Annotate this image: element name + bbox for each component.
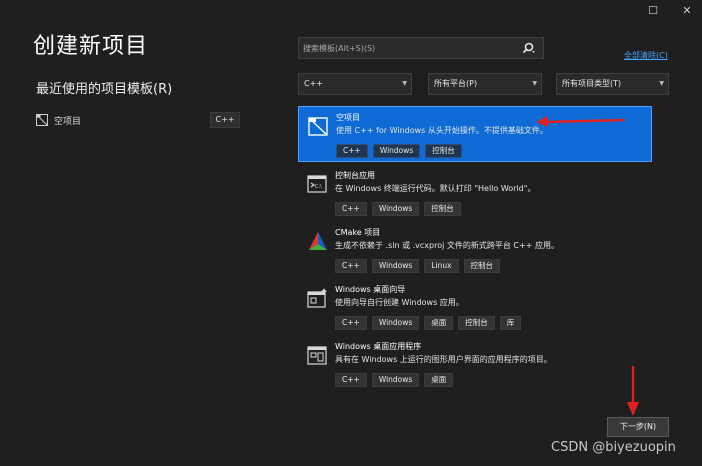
template-item-empty-project[interactable]: 空项目 使用 C++ for Windows 从头开始操作。不提供基础文件。 C… (298, 106, 652, 162)
template-item-console-app[interactable]: C:\ 控制台应用 在 Windows 终端运行代码。默认打印 "Hello W… (298, 165, 652, 221)
template-search[interactable] (298, 37, 544, 59)
restore-icon[interactable]: ☐ (644, 4, 662, 18)
template-tag: Windows (371, 259, 420, 273)
template-tag: Windows (371, 373, 420, 387)
template-list[interactable]: 空项目 使用 C++ for Windows 从头开始操作。不提供基础文件。 C… (298, 106, 652, 400)
template-description: 使用 C++ for Windows 从头开始操作。不提供基础文件。 (336, 126, 548, 135)
desktop-app-icon (307, 346, 327, 365)
search-input[interactable] (303, 41, 513, 55)
platform-filter-value: 所有平台(P) (434, 79, 478, 88)
template-item-desktop-app[interactable]: Windows 桌面应用程序 具有在 Windows 上运行的图形用户界面的应用… (298, 336, 652, 392)
template-tag: 控制台 (424, 202, 461, 216)
recent-template-label: 空项目 (54, 117, 82, 127)
template-tag: 控制台 (463, 259, 501, 273)
chevron-down-icon: ▼ (532, 80, 537, 87)
template-tag: Windows (372, 144, 421, 158)
template-name: CMake 项目 (335, 228, 381, 237)
template-tag: 控制台 (458, 316, 495, 330)
recent-template-tag: C++ (210, 112, 240, 128)
language-filter-value: C++ (304, 79, 323, 88)
template-tag: C++ (335, 202, 367, 216)
clear-all-link[interactable]: 全部清除(C) (624, 50, 668, 61)
template-description: 在 Windows 终端运行代码。默认打印 "Hello World"。 (335, 184, 536, 193)
next-button[interactable]: 下一步(N) (607, 417, 669, 437)
empty-project-icon (308, 117, 328, 136)
template-description: 具有在 Windows 上运行的图形用户界面的应用程序的项目。 (335, 355, 552, 364)
recent-templates-heading: 最近使用的项目模板(R) (36, 82, 173, 97)
template-tag: Windows (371, 316, 420, 330)
cmake-icon (309, 232, 327, 250)
template-name: Windows 桌面向导 (335, 285, 406, 294)
platform-filter[interactable]: 所有平台(P) ▼ (428, 73, 542, 95)
language-filter[interactable]: C++ ▼ (298, 73, 412, 95)
project-type-filter-value: 所有项目类型(T) (562, 79, 622, 88)
template-tag: C++ (335, 316, 367, 330)
template-tag: C++ (336, 144, 368, 158)
template-tag: 桌面 (424, 316, 454, 330)
template-tag: 桌面 (424, 373, 454, 387)
watermark: CSDN @biyezuopin (551, 440, 676, 455)
template-item-cmake[interactable]: CMake 项目 生成不依赖于 .sln 或 .vcxproj 文件的新式跨平台… (298, 222, 652, 278)
template-tag: 控制台 (425, 144, 462, 158)
template-name: 空项目 (336, 113, 360, 122)
template-tag: C++ (335, 373, 367, 387)
template-description: 使用向导自行创建 Windows 应用。 (335, 298, 464, 307)
template-item-desktop-wizard[interactable]: Windows 桌面向导 使用向导自行创建 Windows 应用。 C++ Wi… (298, 279, 652, 335)
template-name: Windows 桌面应用程序 (335, 342, 422, 351)
project-type-filter[interactable]: 所有项目类型(T) ▼ (556, 73, 669, 95)
page-title: 创建新项目 (33, 34, 149, 59)
template-description: 生成不依赖于 .sln 或 .vcxproj 文件的新式跨平台 C++ 应用。 (335, 241, 559, 250)
template-tag: 库 (499, 316, 522, 330)
desktop-wizard-icon (307, 288, 327, 308)
empty-project-icon (36, 114, 48, 126)
template-tag: Windows (371, 202, 420, 216)
recent-template-item[interactable]: 空项目 C++ (36, 112, 240, 130)
chevron-down-icon: ▼ (659, 80, 664, 87)
template-tag: Linux (424, 259, 459, 273)
close-icon[interactable]: ✕ (678, 4, 696, 18)
svg-text:C:\: C:\ (315, 184, 322, 190)
template-tag: C++ (335, 259, 367, 273)
chevron-down-icon: ▼ (402, 80, 407, 87)
template-name: 控制台应用 (335, 171, 375, 180)
console-app-icon: C:\ (307, 175, 327, 193)
search-icon[interactable] (521, 41, 535, 55)
